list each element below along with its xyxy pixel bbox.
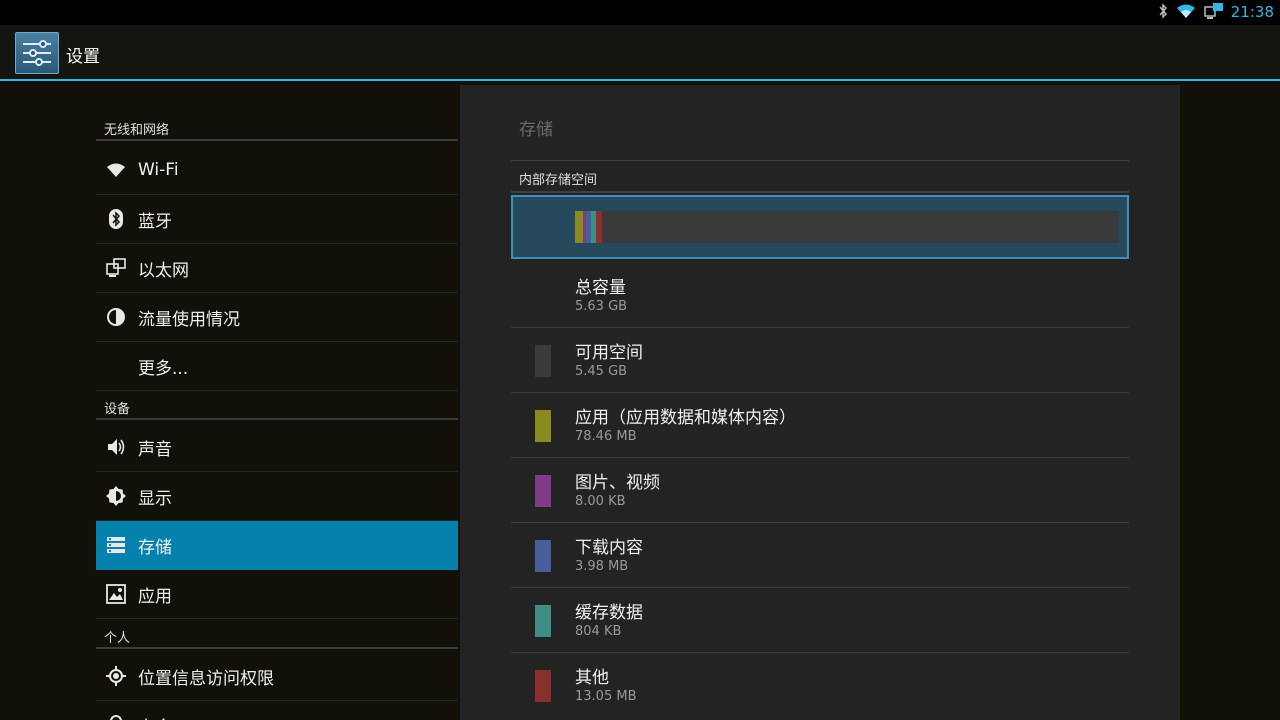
- storage-downloads-row[interactable]: 下载内容 3.98 MB: [511, 523, 1129, 588]
- stat-label: 下载内容: [575, 538, 643, 558]
- color-swatch: [535, 670, 551, 702]
- lock-icon: [106, 715, 126, 720]
- settings-content: 无线和网络 Wi-Fi 蓝牙 以太网 流量使用情况 更多... 设备 声音 显示…: [0, 81, 1280, 720]
- sidebar-item-label: 流量使用情况: [138, 309, 240, 330]
- sidebar-item-bluetooth[interactable]: 蓝牙: [96, 195, 458, 244]
- display-icon: [106, 486, 126, 506]
- storage-usage-bar: [575, 211, 1119, 243]
- location-icon: [106, 666, 126, 686]
- storage-title: 存储: [519, 120, 553, 140]
- stat-value: 5.63 GB: [575, 299, 628, 314]
- color-swatch: [535, 410, 551, 442]
- bluetooth-icon: [1158, 2, 1168, 23]
- sidebar-item-apps[interactable]: 应用: [96, 570, 458, 619]
- color-swatch: [535, 475, 551, 507]
- sidebar-item-storage[interactable]: 存储: [96, 521, 458, 570]
- sidebar-item-label: Wi-Fi: [138, 160, 179, 180]
- storage-pictures-row[interactable]: 图片、视频 8.00 KB: [511, 458, 1129, 523]
- settings-nav: 无线和网络 Wi-Fi 蓝牙 以太网 流量使用情况 更多... 设备 声音 显示…: [96, 81, 460, 720]
- section-header-wireless: 无线和网络: [96, 119, 458, 141]
- clock: 21:38: [1230, 3, 1274, 21]
- stat-label: 缓存数据: [575, 603, 643, 623]
- sound-icon: [106, 437, 126, 457]
- color-swatch: [535, 605, 551, 637]
- storage-apps-row[interactable]: 应用（应用数据和媒体内容） 78.46 MB: [511, 393, 1129, 458]
- usage-segment-apps: [575, 211, 583, 243]
- ethernet-icon: [1204, 2, 1224, 24]
- stat-value: 3.98 MB: [575, 559, 629, 574]
- sidebar-item-ethernet[interactable]: 以太网: [96, 244, 458, 293]
- stat-value: 8.00 KB: [575, 494, 626, 509]
- usage-segment-other: [596, 211, 602, 243]
- stat-value: 804 KB: [575, 624, 622, 639]
- stat-label: 总容量: [575, 278, 626, 298]
- storage-icon: [106, 535, 126, 555]
- stat-value: 5.45 GB: [575, 364, 628, 379]
- sidebar-item-security[interactable]: 安全: [96, 701, 458, 720]
- storage-total-row: 总容量 5.63 GB: [511, 263, 1129, 328]
- stat-value: 78.46 MB: [575, 429, 637, 444]
- sidebar-item-label: 蓝牙: [138, 211, 172, 232]
- stat-value: 13.05 MB: [575, 689, 637, 704]
- bluetooth-icon: [106, 209, 126, 229]
- wifi-icon: [106, 160, 126, 180]
- divider: [511, 160, 1129, 161]
- stat-label: 其他: [575, 668, 609, 688]
- color-swatch: [535, 345, 551, 377]
- storage-usage-bar-item[interactable]: [511, 195, 1129, 259]
- sidebar-item-display[interactable]: 显示: [96, 472, 458, 521]
- sidebar-item-wifi[interactable]: Wi-Fi: [96, 146, 458, 195]
- sidebar-item-label: 更多...: [138, 358, 189, 379]
- divider: [511, 191, 1129, 193]
- sidebar-item-data-usage[interactable]: 流量使用情况: [96, 293, 458, 342]
- sidebar-item-label: 安全: [138, 713, 172, 720]
- sidebar-item-label: 应用: [138, 586, 172, 607]
- sidebar-item-sound[interactable]: 声音: [96, 423, 458, 472]
- data-usage-icon: [106, 307, 126, 327]
- stat-label: 应用（应用数据和媒体内容）: [575, 408, 796, 428]
- color-swatch: [535, 540, 551, 572]
- storage-other-row[interactable]: 其他 13.05 MB: [511, 653, 1129, 718]
- storage-detail-pane: 存储 内部存储空间 总容量 5.63 GB 可用空间 5.45 GB 应用（应用…: [460, 85, 1180, 720]
- sidebar-item-label: 显示: [138, 488, 172, 509]
- sidebar-item-label: 以太网: [138, 260, 189, 281]
- sidebar-item-label: 位置信息访问权限: [138, 668, 274, 689]
- status-bar: 21:38: [0, 0, 1280, 25]
- storage-available-row[interactable]: 可用空间 5.45 GB: [511, 328, 1129, 393]
- section-header-device: 设备: [96, 398, 458, 420]
- sidebar-item-location[interactable]: 位置信息访问权限: [96, 652, 458, 701]
- internal-storage-header: 内部存储空间: [519, 173, 598, 188]
- wifi-icon: [1176, 3, 1196, 23]
- stat-label: 可用空间: [575, 343, 643, 363]
- sidebar-item-more[interactable]: 更多...: [96, 342, 458, 391]
- storage-cache-row[interactable]: 缓存数据 804 KB: [511, 588, 1129, 653]
- status-icons: [1158, 2, 1224, 23]
- action-bar: 设置: [0, 25, 1280, 79]
- section-header-personal: 个人: [96, 627, 458, 649]
- ethernet-icon: [106, 258, 126, 278]
- settings-sliders-icon[interactable]: [15, 32, 59, 74]
- page-title: 设置: [66, 47, 100, 67]
- sidebar-item-label: 声音: [138, 439, 172, 460]
- sidebar-item-label: 存储: [138, 537, 172, 558]
- stat-label: 图片、视频: [575, 473, 660, 493]
- apps-icon: [106, 584, 126, 604]
